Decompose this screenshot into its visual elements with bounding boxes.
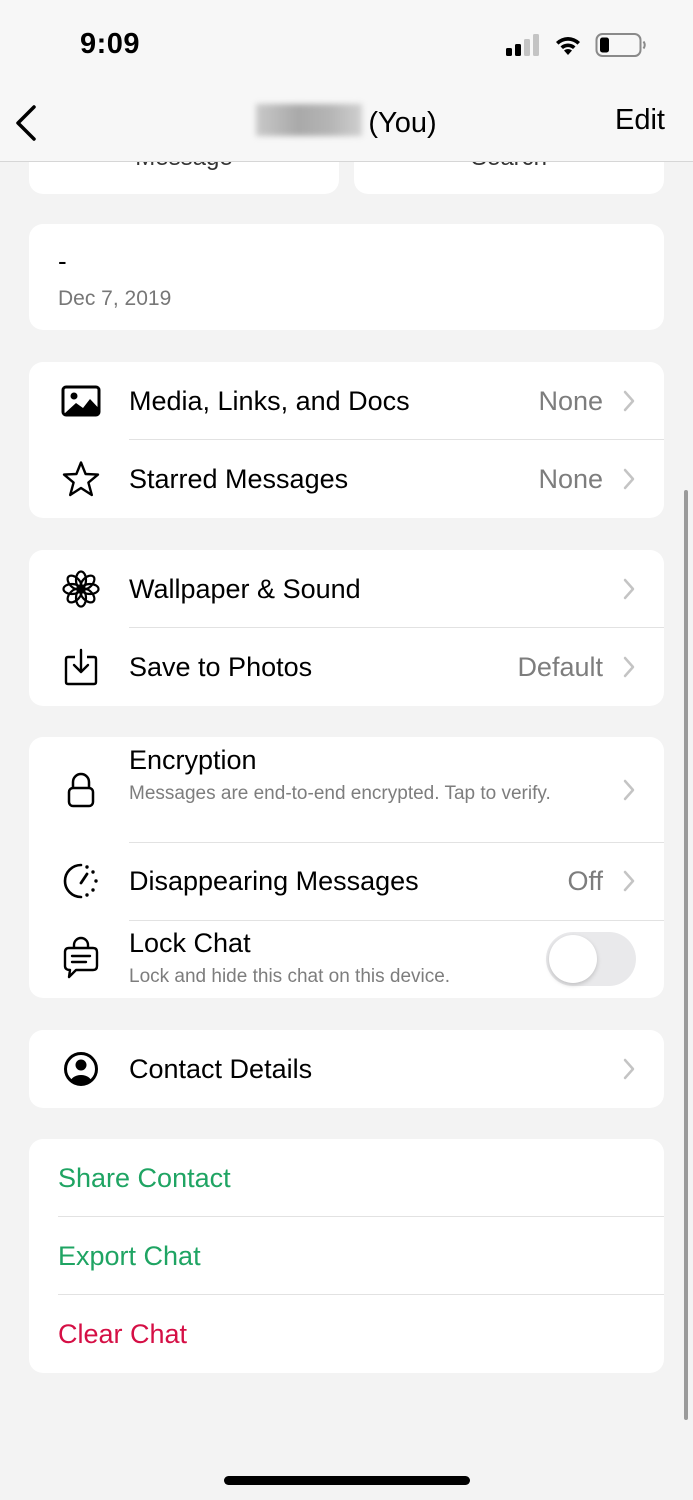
about-card[interactable]: - Dec 7, 2019	[29, 224, 664, 330]
save-to-photos-row[interactable]: Save to Photos Default	[29, 628, 664, 706]
disappearing-messages-row[interactable]: Disappearing Messages Off	[29, 842, 664, 920]
share-contact-button[interactable]: Share Contact	[29, 1139, 664, 1217]
lock-icon	[61, 770, 101, 810]
title-suffix: (You)	[368, 107, 437, 139]
row-label: Disappearing Messages	[129, 865, 419, 896]
chevron-right-icon	[623, 656, 635, 678]
toggle-knob	[549, 935, 597, 983]
row-value: Off	[567, 865, 603, 896]
person-circle-icon	[61, 1049, 101, 1089]
actions-group: Share Contact Export Chat Clear Chat	[29, 1139, 664, 1373]
redacted-name	[256, 104, 363, 136]
row-label: Starred Messages	[129, 463, 349, 494]
chevron-right-icon	[623, 578, 635, 600]
chat-lock-icon	[61, 936, 101, 979]
action-label: Share Contact	[58, 1162, 231, 1193]
page-title: (You)	[0, 104, 693, 140]
action-label: Export Chat	[58, 1240, 201, 1271]
row-label: Lock Chat	[129, 928, 251, 958]
star-icon	[61, 459, 101, 499]
chevron-right-icon	[623, 390, 635, 412]
contact-details-row[interactable]: Contact Details	[29, 1030, 664, 1108]
row-value: None	[538, 385, 603, 416]
row-value: Default	[517, 651, 603, 682]
media-links-docs-row[interactable]: Media, Links, and Docs None	[29, 362, 664, 440]
row-value: None	[538, 463, 603, 494]
row-label: Media, Links, and Docs	[129, 385, 410, 416]
action-label: Clear Chat	[58, 1318, 188, 1349]
wallpaper-sound-row[interactable]: Wallpaper & Sound	[29, 550, 664, 628]
encryption-row[interactable]: Encryption Messages are end-to-end encry…	[29, 737, 664, 842]
contact-group: Contact Details	[29, 1030, 664, 1108]
row-subtitle: Messages are end-to-end encrypted. Tap t…	[129, 783, 551, 804]
home-indicator[interactable]	[224, 1476, 470, 1485]
scrollbar[interactable]	[684, 490, 688, 1420]
navigation-bar: 9:09 (You) Edit	[0, 0, 693, 162]
about-date: Dec 7, 2019	[58, 287, 172, 310]
clear-chat-button[interactable]: Clear Chat	[29, 1295, 664, 1373]
row-label: Encryption	[129, 745, 257, 775]
timer-icon	[61, 861, 101, 901]
row-label: Contact Details	[129, 1053, 313, 1084]
battery-icon	[595, 33, 646, 57]
edit-button[interactable]: Edit	[615, 104, 665, 137]
chevron-right-icon	[623, 870, 635, 892]
status-icons	[505, 32, 647, 58]
privacy-group: Encryption Messages are end-to-end encry…	[29, 737, 664, 998]
row-subtitle: Lock and hide this chat on this device.	[129, 966, 451, 987]
row-label: Wallpaper & Sound	[129, 573, 361, 604]
status-time: 9:09	[80, 28, 141, 60]
save-download-icon	[61, 647, 101, 687]
starred-messages-row[interactable]: Starred Messages None	[29, 440, 664, 518]
flower-icon	[61, 569, 101, 609]
wallpaper-group: Wallpaper & Sound Save to Photos Default	[29, 550, 664, 706]
lock-chat-row: Lock Chat Lock and hide this chat on thi…	[29, 920, 664, 998]
media-group: Media, Links, and Docs None Starred Mess…	[29, 362, 664, 518]
export-chat-button[interactable]: Export Chat	[29, 1217, 664, 1295]
cellular-signal-icon	[506, 34, 539, 56]
chevron-right-icon	[623, 779, 635, 801]
photo-icon	[61, 381, 101, 421]
chevron-right-icon	[623, 1058, 635, 1080]
about-text: -	[58, 246, 67, 276]
lock-chat-toggle[interactable]	[546, 932, 636, 986]
wifi-icon	[556, 37, 580, 55]
chevron-right-icon	[623, 468, 635, 490]
row-label: Save to Photos	[129, 651, 313, 682]
